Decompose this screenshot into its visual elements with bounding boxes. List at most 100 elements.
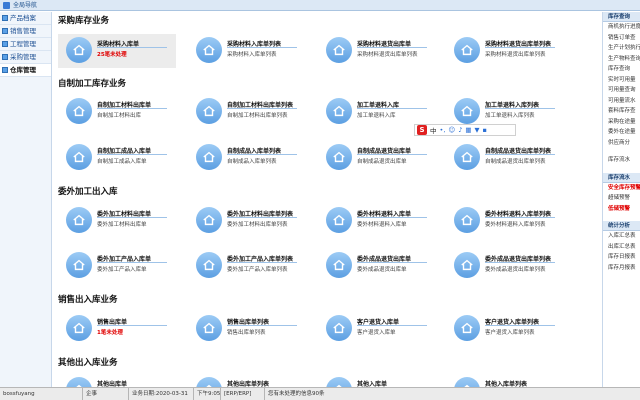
link-purchase-transit[interactable]: 采购在途量 bbox=[603, 117, 640, 128]
card-purchase-inbound[interactable]: 采购材料入库单 25笔未处理 bbox=[58, 34, 176, 68]
card-pending-count: 25笔未处理 bbox=[97, 52, 127, 58]
link-available-query[interactable]: 可用量查询 bbox=[603, 85, 640, 96]
nav-label: 产品档案 bbox=[10, 13, 36, 22]
card-subtitle: 委外成品退货出库单 bbox=[357, 267, 407, 273]
status-message[interactable]: 您有未处理的信息90条 bbox=[264, 388, 325, 400]
card-divider bbox=[357, 108, 427, 109]
card-purchase-return-list[interactable]: 采购材料退货出库单列表 采购材料退货出库单列表 bbox=[446, 34, 564, 68]
folder-icon bbox=[2, 28, 8, 34]
card-outsource-return-in-list[interactable]: 委外材料退料入库单列表 委外材料退料入库单列表 bbox=[446, 204, 564, 238]
nav-item-engineering[interactable]: 工程管理 bbox=[0, 38, 51, 51]
card-divider bbox=[485, 154, 555, 155]
emoji-icon[interactable]: ☺ bbox=[448, 126, 455, 134]
card-subtitle: 自制加工材料出库 bbox=[97, 113, 142, 119]
card-purchase-inbound-list[interactable]: 采购材料入库单列表 采购材料入库单列表 bbox=[188, 34, 306, 68]
link-inbound-summary[interactable]: 入库汇总表 bbox=[603, 231, 640, 242]
link-realtime-available[interactable]: 实时可用量 bbox=[603, 75, 640, 86]
card-other-out-list[interactable]: 其他出库单列表 bbox=[188, 374, 306, 387]
card-divider bbox=[485, 325, 555, 326]
link-available-flow[interactable]: 可用量流水 bbox=[603, 96, 640, 107]
card-subtitle: 采购材料退货出库单列表 bbox=[357, 52, 418, 58]
card-divider bbox=[97, 217, 167, 218]
link-inventory-flow[interactable]: 库存流水 bbox=[603, 155, 640, 166]
card-outsource-return-out-list[interactable]: 委外成品退货出库单列表 委外成品退货出库单列表 bbox=[446, 249, 564, 283]
card-outsource-return-out[interactable]: 委外成品退货出库单 委外成品退货出库单 bbox=[318, 249, 436, 283]
keyboard-icon[interactable]: ▦ bbox=[465, 126, 471, 134]
house-icon bbox=[454, 252, 480, 278]
link-production-material[interactable]: 生产物料查询 bbox=[603, 54, 640, 65]
punctuation-icon[interactable]: •, bbox=[440, 126, 446, 134]
link-outbound-summary[interactable]: 出库汇总表 bbox=[603, 242, 640, 253]
card-selfmade-return-out[interactable]: 自制成品退货出库单 自制成品退货出库单 bbox=[318, 141, 436, 175]
ime-mode[interactable]: 中 bbox=[430, 125, 437, 135]
card-subtitle: 销售出库单列表 bbox=[227, 330, 266, 336]
sogou-logo-icon[interactable]: S bbox=[417, 125, 427, 135]
card-sales-out-list[interactable]: 销售出库单列表 销售出库单列表 bbox=[188, 312, 306, 346]
card-outsource-product-in[interactable]: 委外加工产品入库单 委外加工产品入库单 bbox=[58, 249, 176, 283]
card-outsource-material-out-list[interactable]: 委外加工材料出库单列表 委外加工材料出库单列表 bbox=[188, 204, 306, 238]
link-production-plan[interactable]: 生产计划执行 bbox=[603, 43, 640, 54]
card-divider bbox=[357, 262, 427, 263]
microphone-icon[interactable]: ♪ bbox=[458, 126, 462, 134]
card-divider bbox=[485, 108, 555, 109]
nav-label: 采购管理 bbox=[10, 52, 36, 61]
nav-item-purchase[interactable]: 采购管理 bbox=[0, 51, 51, 64]
card-customer-return-in-list[interactable]: 客户退货入库单列表 客户退货入库单列表 bbox=[446, 312, 564, 346]
main-content: 采购库存业务 采购材料入库单 25笔未处理 采购材料入库单列表 采购材料入库单列… bbox=[53, 12, 600, 387]
nav-item-product[interactable]: 产品档案 bbox=[0, 12, 51, 25]
card-subtitle: 自制成品退货出库单列表 bbox=[485, 159, 546, 165]
card-divider bbox=[485, 262, 555, 263]
link-monthly-report[interactable]: 库存月报表 bbox=[603, 263, 640, 274]
link-kit-inventory[interactable]: 套料库存查 bbox=[603, 106, 640, 117]
app-icon bbox=[3, 1, 10, 9]
section-title-outsource: 委外加工出入库 bbox=[58, 187, 118, 197]
house-icon bbox=[196, 377, 222, 387]
status-user: bossfuyang bbox=[3, 391, 35, 397]
card-outsource-return-in[interactable]: 委外材料退料入库单 委外材料退料入库单 bbox=[318, 204, 436, 238]
card-other-out[interactable]: 其他出库单 bbox=[58, 374, 176, 387]
link-outsource-transit[interactable]: 委外在途量 bbox=[603, 127, 640, 138]
house-icon bbox=[196, 252, 222, 278]
card-subtitle: 加工单退料入库 bbox=[357, 113, 396, 119]
card-selfmade-product-in-list[interactable]: 自制成品入库单列表 自制成品入库单列表 bbox=[188, 141, 306, 175]
status-company: 企事 bbox=[82, 388, 97, 400]
link-safety-stock-alert[interactable]: 安全库存预警 bbox=[603, 183, 640, 194]
skin-icon[interactable]: ▼ bbox=[475, 126, 480, 134]
card-selfmade-material-out[interactable]: 自制加工材料出库单 自制加工材料出库 bbox=[58, 95, 176, 129]
nav-item-sales[interactable]: 销售管理 bbox=[0, 25, 51, 38]
link-understock-alert[interactable]: 低储预警 bbox=[603, 204, 640, 215]
window-title: 全局导航 bbox=[13, 1, 38, 9]
card-subtitle: 委外加工产品入库单列表 bbox=[227, 267, 288, 273]
card-selfmade-return-out-list[interactable]: 自制成品退货出库单列表 自制成品退货出库单列表 bbox=[446, 141, 564, 175]
link-supplier[interactable]: 供应商分 bbox=[603, 138, 640, 149]
card-divider bbox=[485, 217, 555, 218]
card-outsource-material-out[interactable]: 委外加工材料出库单 委外加工材料出库单 bbox=[58, 204, 176, 238]
right-panel: 库存查询 商机执行进度 销售订单查 生产计划执行 生产物料查询 库存查询 实时可… bbox=[602, 12, 640, 387]
toolbox-icon[interactable]: ▪ bbox=[483, 126, 487, 134]
link-daily-report[interactable]: 库存日报表 bbox=[603, 252, 640, 263]
house-icon bbox=[454, 207, 480, 233]
card-other-in-list[interactable]: 其他入库单列表 bbox=[446, 374, 564, 387]
card-selfmade-product-in[interactable]: 自制加工成品入库单 自制加工成品入库单 bbox=[58, 141, 176, 175]
link-inventory-query[interactable]: 库存查询 bbox=[603, 64, 640, 75]
card-selfmade-material-out-list[interactable]: 自制加工材料出库单列表 自制加工材料出库单列表 bbox=[188, 95, 306, 129]
link-opportunity-progress[interactable]: 商机执行进度 bbox=[603, 22, 640, 33]
house-icon bbox=[326, 98, 352, 124]
nav-item-warehouse[interactable]: 仓库管理 bbox=[0, 64, 51, 77]
card-other-in[interactable]: 其他入库单 bbox=[318, 374, 436, 387]
card-customer-return-in[interactable]: 客户退货入库单 客户退货入库单 bbox=[318, 312, 436, 346]
card-divider bbox=[97, 325, 167, 326]
link-overstock-alert[interactable]: 超储预警 bbox=[603, 193, 640, 204]
card-outsource-product-in-list[interactable]: 委外加工产品入库单列表 委外加工产品入库单列表 bbox=[188, 249, 306, 283]
ime-toolbar[interactable]: S 中 •, ☺ ♪ ▦ ▼ ▪ bbox=[414, 124, 516, 136]
panel-header-stats: 统计分析 bbox=[603, 221, 640, 231]
card-divider bbox=[357, 217, 427, 218]
card-divider bbox=[97, 262, 167, 263]
card-sales-out[interactable]: 销售出库单 1笔未处理 bbox=[58, 312, 176, 346]
card-purchase-return[interactable]: 采购材料退货出库单 采购材料退货出库单列表 bbox=[318, 34, 436, 68]
house-icon bbox=[66, 98, 92, 124]
section-title-purchase: 采购库存业务 bbox=[58, 16, 110, 26]
link-sales-order[interactable]: 销售订单查 bbox=[603, 33, 640, 44]
card-divider bbox=[97, 47, 167, 48]
folder-icon bbox=[2, 41, 8, 47]
